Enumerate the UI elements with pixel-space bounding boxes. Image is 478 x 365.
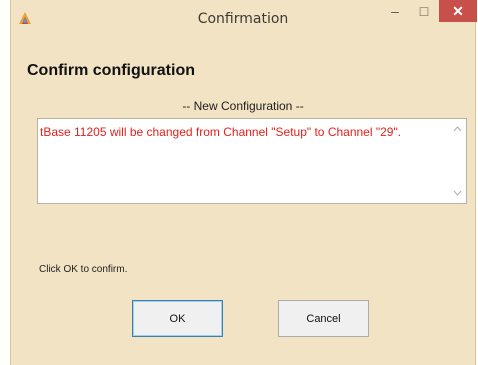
- vertical-scrollbar[interactable]: [448, 119, 466, 203]
- ok-button[interactable]: OK: [132, 300, 223, 337]
- dialog-heading: Confirm configuration: [27, 62, 195, 79]
- message-textbox[interactable]: tBase 11205 will be changed from Channel…: [37, 118, 467, 204]
- close-button[interactable]: ✕: [439, 0, 477, 22]
- cancel-button[interactable]: Cancel: [278, 300, 369, 337]
- message-text: tBase 11205 will be changed from Channel…: [40, 125, 402, 139]
- minimize-button[interactable]: –: [381, 0, 409, 22]
- confirmation-window: Confirmation – □ ✕ Confirm configuration…: [10, 0, 477, 365]
- chevron-down-icon[interactable]: [448, 185, 466, 201]
- maximize-button[interactable]: □: [410, 0, 438, 22]
- title-bar[interactable]: Confirmation – □ ✕: [11, 0, 477, 38]
- section-label: -- New Configuration --: [182, 99, 304, 113]
- chevron-up-icon[interactable]: [448, 121, 466, 137]
- confirm-instruction: Click OK to confirm.: [39, 264, 128, 275]
